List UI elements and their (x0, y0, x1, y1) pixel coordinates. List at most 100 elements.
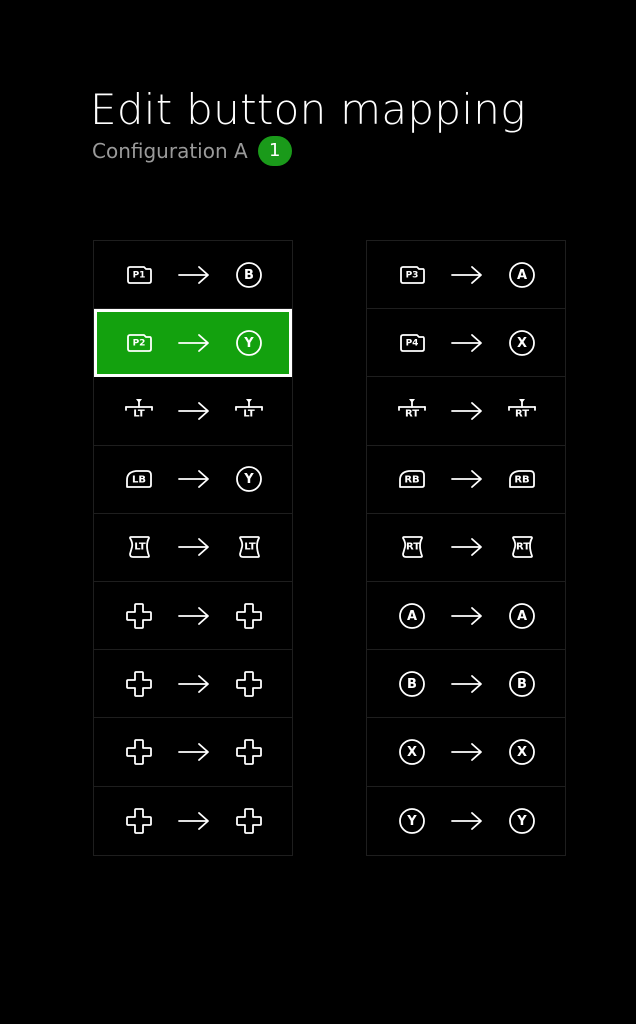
trigger-icon: LT (233, 531, 265, 563)
dpad-icon (233, 668, 265, 700)
icon-label: LB (132, 475, 146, 486)
trigger-lock-icon: LT (233, 395, 265, 427)
circle-icon: A (506, 259, 538, 291)
icon-label: B (244, 268, 254, 283)
paddle-icon: P2 (123, 327, 155, 359)
arrow-right-icon (177, 535, 211, 559)
arrow-right-icon (450, 604, 484, 628)
mapping-list-right: P3 A P4 X RT RT RB RB RT RT A A B B X X Y Y (366, 240, 566, 856)
dpad-icon (233, 805, 265, 837)
mapping-list-left: P1 B P2 Y LT LT LB Y LT LT (93, 240, 293, 856)
icon-label: X (407, 745, 417, 760)
dpad-icon (233, 736, 265, 768)
icon-label: X (517, 745, 527, 760)
trigger-icon: RT (506, 531, 538, 563)
circle-icon: Y (506, 805, 538, 837)
paddle-icon: P1 (123, 259, 155, 291)
controller-number-badge: 1 (257, 136, 292, 166)
arrow-right-icon (450, 809, 484, 833)
circle-icon: Y (233, 463, 265, 495)
mapping-row-right-7[interactable]: BB (367, 650, 565, 719)
dpad-icon (123, 600, 155, 632)
arrow-right-icon (177, 809, 211, 833)
mapping-row-right-9[interactable]: YY (367, 787, 565, 855)
icon-label: A (517, 268, 527, 283)
circle-icon: Y (233, 327, 265, 359)
mapping-row-left-6[interactable] (94, 582, 292, 651)
trigger-lock-icon: LT (123, 395, 155, 427)
trigger-icon: LT (123, 531, 155, 563)
circle-icon: B (396, 668, 428, 700)
bumper-icon: LB (123, 463, 155, 495)
trigger-lock-icon: RT (396, 395, 428, 427)
trigger-icon: RT (396, 531, 428, 563)
mapping-row-left-4[interactable]: LB Y (94, 446, 292, 514)
arrow-right-icon (450, 672, 484, 696)
icon-label: P3 (406, 270, 419, 280)
mapping-row-left-8[interactable] (94, 718, 292, 787)
mapping-row-right-4[interactable]: RB RB (367, 446, 565, 514)
circle-icon: Y (396, 805, 428, 837)
arrow-right-icon (450, 740, 484, 764)
icon-label: Y (243, 336, 254, 351)
icon-label: RT (516, 542, 530, 553)
arrow-right-icon (177, 672, 211, 696)
icon-label: RT (405, 408, 419, 419)
mapping-row-right-2[interactable]: P4 X (367, 309, 565, 378)
arrow-right-icon (450, 263, 484, 287)
icon-label: RB (514, 475, 529, 486)
dpad-icon (123, 805, 155, 837)
icon-label: Y (243, 472, 254, 487)
trigger-lock-icon: RT (506, 395, 538, 427)
configuration-subtitle: Configuration A 1 (92, 136, 292, 166)
icon-label: Y (406, 814, 417, 829)
dpad-icon (123, 668, 155, 700)
icon-label: P4 (406, 338, 419, 348)
icon-label: B (407, 677, 417, 692)
mapping-row-right-3[interactable]: RT RT (367, 377, 565, 446)
mapping-row-left-5[interactable]: LT LT (94, 514, 292, 582)
arrow-right-icon (450, 399, 484, 423)
arrow-right-icon (177, 467, 211, 491)
arrow-right-icon (450, 467, 484, 491)
icon-label: RT (406, 542, 420, 553)
icon-label: A (517, 609, 527, 624)
bumper-icon: RB (396, 463, 428, 495)
icon-label: LT (244, 542, 256, 553)
arrow-right-icon (177, 604, 211, 628)
page-title: Edit button mapping (90, 85, 526, 134)
mapping-row-left-9[interactable] (94, 787, 292, 855)
arrow-right-icon (177, 331, 211, 355)
icon-label: B (517, 677, 527, 692)
circle-icon: A (396, 600, 428, 632)
circle-icon: X (506, 736, 538, 768)
icon-label: LT (134, 542, 146, 553)
circle-icon: B (506, 668, 538, 700)
circle-icon: B (233, 259, 265, 291)
dpad-icon (233, 600, 265, 632)
circle-icon: A (506, 600, 538, 632)
arrow-right-icon (450, 535, 484, 559)
arrow-right-icon (177, 399, 211, 423)
mapping-row-left-3[interactable]: LT LT (94, 377, 292, 446)
icon-label: X (517, 336, 527, 351)
arrow-right-icon (450, 331, 484, 355)
icon-label: RB (404, 475, 419, 486)
dpad-icon (123, 736, 155, 768)
circle-icon: X (396, 736, 428, 768)
icon-label: P1 (133, 270, 146, 280)
icon-label: Y (516, 814, 527, 829)
mapping-row-right-8[interactable]: XX (367, 718, 565, 787)
icon-label: LT (243, 408, 255, 419)
icon-label: A (407, 609, 417, 624)
mapping-row-left-1[interactable]: P1 B (94, 241, 292, 310)
paddle-icon: P3 (396, 259, 428, 291)
mapping-row-left-2[interactable]: P2 Y (94, 309, 292, 378)
icon-label: P2 (133, 338, 146, 348)
circle-icon: X (506, 327, 538, 359)
mapping-row-left-7[interactable] (94, 650, 292, 719)
mapping-row-right-1[interactable]: P3 A (367, 241, 565, 310)
mapping-row-right-5[interactable]: RT RT (367, 514, 565, 582)
mapping-row-right-6[interactable]: AA (367, 582, 565, 651)
configuration-name: Configuration A (92, 139, 248, 163)
